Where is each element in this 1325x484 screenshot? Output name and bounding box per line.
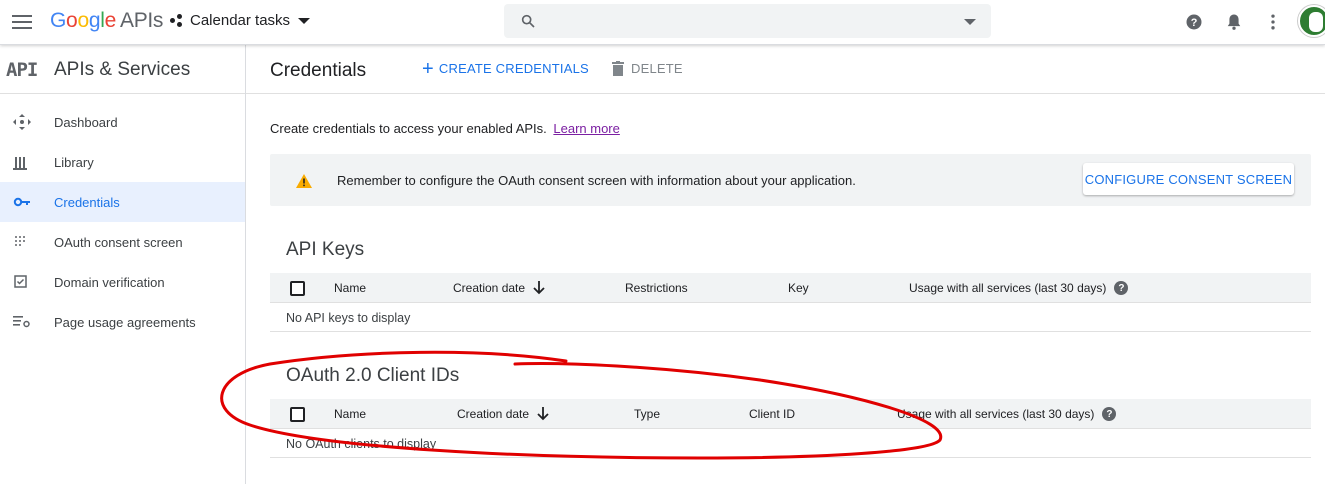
library-icon bbox=[13, 157, 27, 170]
google-apis-logo[interactable]: Google APIs bbox=[50, 9, 163, 33]
avatar[interactable] bbox=[1298, 5, 1325, 37]
top-app-bar: Google APIs Calendar tasks ? bbox=[0, 0, 1325, 45]
consent-warning-banner: Remember to configure the OAuth consent … bbox=[270, 154, 1311, 206]
api-keys-title: API Keys bbox=[286, 239, 365, 260]
checkbox-icon bbox=[14, 275, 27, 288]
help-icon[interactable]: ? bbox=[1114, 281, 1129, 295]
table-header: Name Creation date Restrictions Key Usag… bbox=[270, 273, 1311, 303]
search-bar[interactable] bbox=[504, 4, 991, 38]
sidebar-title: APIs & Services bbox=[54, 59, 191, 80]
column-header[interactable]: Restrictions bbox=[625, 281, 688, 295]
warning-icon bbox=[296, 174, 312, 188]
api-keys-table: Name Creation date Restrictions Key Usag… bbox=[270, 273, 1311, 333]
page-title: Credentials bbox=[270, 60, 367, 81]
sidebar-item-library[interactable]: Library bbox=[0, 142, 245, 182]
menu-icon[interactable] bbox=[12, 12, 32, 32]
more-vert-icon[interactable] bbox=[1263, 12, 1283, 32]
sidebar-item-dashboard[interactable]: Dashboard bbox=[0, 102, 245, 142]
dashboard-icon bbox=[13, 114, 31, 130]
sidebar: API APIs & Services Dashboard Library Cr… bbox=[0, 45, 246, 484]
plus-icon: + bbox=[422, 57, 434, 80]
notifications-icon[interactable] bbox=[1224, 12, 1244, 32]
svg-text:?: ? bbox=[1191, 17, 1198, 29]
column-header-sortable[interactable]: Creation date bbox=[457, 407, 549, 421]
select-all-checkbox[interactable] bbox=[290, 281, 305, 296]
column-header[interactable]: Client ID bbox=[749, 407, 795, 421]
consent-icon bbox=[15, 236, 25, 246]
intro-text: Create credentials to access your enable… bbox=[270, 121, 620, 136]
arrow-down-icon bbox=[537, 407, 549, 421]
select-all-checkbox[interactable] bbox=[290, 407, 305, 422]
avatar-face-icon bbox=[1309, 12, 1323, 32]
oauth-title: OAuth 2.0 Client IDs bbox=[286, 365, 460, 386]
project-name: Calendar tasks bbox=[190, 12, 291, 29]
column-header-usage: Usage with all services (last 30 days) ? bbox=[897, 407, 1117, 421]
help-icon[interactable]: ? bbox=[1102, 407, 1117, 421]
column-header[interactable]: Name bbox=[334, 281, 366, 295]
sidebar-header: API APIs & Services bbox=[0, 45, 245, 94]
sidebar-item-oauth-consent[interactable]: OAuth consent screen bbox=[0, 222, 245, 262]
trash-icon bbox=[612, 61, 624, 76]
column-header[interactable]: Name bbox=[334, 407, 366, 421]
column-header[interactable]: Key bbox=[788, 281, 809, 295]
search-input[interactable] bbox=[548, 11, 948, 31]
chevron-down-icon bbox=[298, 17, 311, 24]
project-selector[interactable]: Calendar tasks bbox=[170, 12, 311, 29]
table-header: Name Creation date Type Client ID Usage … bbox=[270, 399, 1311, 429]
api-logo: API bbox=[6, 59, 38, 81]
column-header-sortable[interactable]: Creation date bbox=[453, 281, 545, 295]
banner-message: Remember to configure the OAuth consent … bbox=[337, 173, 856, 188]
empty-row: No API keys to display bbox=[270, 303, 1311, 332]
main-content: Credentials + CREATE CREDENTIALS DELETE … bbox=[246, 45, 1325, 484]
oauth-table: Name Creation date Type Client ID Usage … bbox=[270, 399, 1311, 459]
help-icon[interactable]: ? bbox=[1184, 12, 1204, 32]
delete-button[interactable]: DELETE bbox=[612, 61, 683, 76]
learn-more-link[interactable]: Learn more bbox=[553, 121, 619, 136]
settings-list-icon bbox=[13, 316, 30, 328]
configure-consent-button[interactable]: CONFIGURE CONSENT SCREEN bbox=[1083, 163, 1294, 195]
page-header: Credentials + CREATE CREDENTIALS DELETE bbox=[246, 45, 1325, 94]
project-icon bbox=[170, 13, 184, 28]
column-header-usage: Usage with all services (last 30 days) ? bbox=[909, 281, 1129, 295]
arrow-down-icon bbox=[533, 281, 545, 295]
column-header[interactable]: Type bbox=[634, 407, 660, 421]
sidebar-item-page-usage[interactable]: Page usage agreements bbox=[0, 302, 245, 342]
empty-row: No OAuth clients to display bbox=[270, 429, 1311, 458]
create-credentials-button[interactable]: + CREATE CREDENTIALS bbox=[422, 57, 589, 80]
search-options-icon[interactable] bbox=[964, 19, 976, 25]
sidebar-item-domain-verification[interactable]: Domain verification bbox=[0, 262, 245, 302]
key-icon bbox=[13, 197, 30, 207]
search-icon bbox=[521, 14, 535, 28]
sidebar-item-credentials[interactable]: Credentials bbox=[0, 182, 245, 222]
